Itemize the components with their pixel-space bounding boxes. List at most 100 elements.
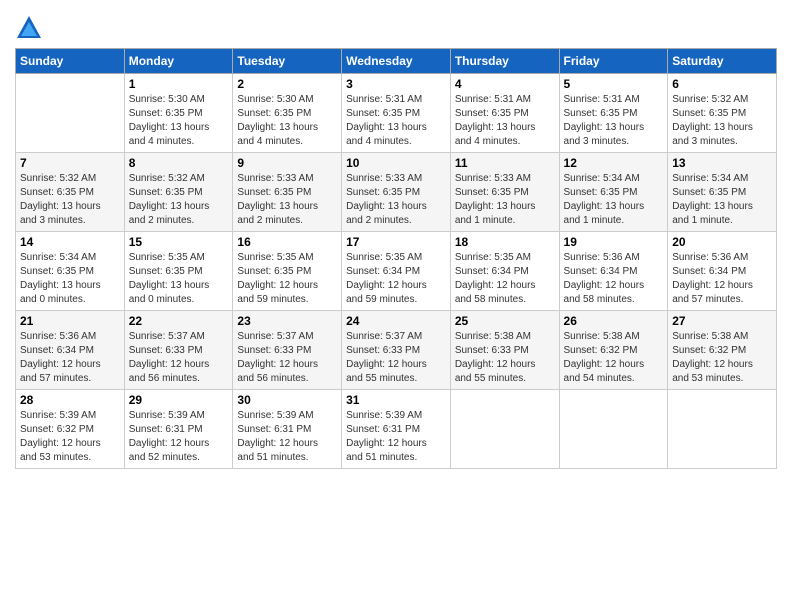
day-number: 29: [129, 393, 229, 407]
calendar-table: SundayMondayTuesdayWednesdayThursdayFrid…: [15, 48, 777, 469]
day-number: 18: [455, 235, 555, 249]
calendar-cell: 18 Sunrise: 5:35 AM Sunset: 6:34 PM Dayli…: [450, 232, 559, 311]
day-number: 8: [129, 156, 229, 170]
calendar-cell: 22 Sunrise: 5:37 AM Sunset: 6:33 PM Dayli…: [124, 311, 233, 390]
week-row-3: 14Sunrise: 5:34 AM Sunset: 6:35 PM Dayli…: [16, 232, 777, 311]
day-number: 23: [237, 314, 337, 328]
day-info: Sunrise: 5:38 AM Sunset: 6:32 PM Dayligh…: [672, 330, 772, 386]
calendar-cell: 21 Sunrise: 5:36 AM Sunset: 6:34 PM Dayli…: [16, 311, 125, 390]
day-number: 28: [20, 393, 120, 407]
column-header-thursday: Thursday: [450, 49, 559, 74]
calendar-cell: 11Sunrise: 5:33 AM Sunset: 6:35 PM Dayli…: [450, 153, 559, 232]
day-number: 2: [237, 77, 337, 91]
calendar-cell: 13 Sunrise: 5:34 AM Sunset: 6:35 PM Dayli…: [668, 153, 777, 232]
calendar-cell: 9Sunrise: 5:33 AM Sunset: 6:35 PM Daylig…: [233, 153, 342, 232]
day-number: 14: [20, 235, 120, 249]
day-number: 17: [346, 235, 446, 249]
day-number: 1: [129, 77, 229, 91]
day-info: Sunrise: 5:37 AM Sunset: 6:33 PM Dayligh…: [237, 330, 337, 386]
calendar-cell: 15 Sunrise: 5:35 AM Sunset: 6:35 PM Dayli…: [124, 232, 233, 311]
column-header-sunday: Sunday: [16, 49, 125, 74]
day-number: 21: [20, 314, 120, 328]
day-number: 12: [564, 156, 664, 170]
week-row-2: 7 Sunrise: 5:32 AM Sunset: 6:35 PM Daylig…: [16, 153, 777, 232]
day-info: Sunrise: 5:36 AM Sunset: 6:34 PM Dayligh…: [20, 330, 120, 386]
calendar-cell: [16, 74, 125, 153]
day-info: Sunrise: 5:39 AM Sunset: 6:31 PM Dayligh…: [129, 409, 229, 465]
column-header-wednesday: Wednesday: [342, 49, 451, 74]
day-number: 31: [346, 393, 446, 407]
column-header-friday: Friday: [559, 49, 668, 74]
day-number: 22: [129, 314, 229, 328]
calendar-cell: 28 Sunrise: 5:39 AM Sunset: 6:32 PM Dayli…: [16, 390, 125, 469]
column-header-monday: Monday: [124, 49, 233, 74]
calendar-cell: 16 Sunrise: 5:35 AM Sunset: 6:35 PM Dayli…: [233, 232, 342, 311]
day-number: 20: [672, 235, 772, 249]
day-number: 3: [346, 77, 446, 91]
day-info: Sunrise: 5:39 AM Sunset: 6:31 PM Dayligh…: [237, 409, 337, 465]
page-container: SundayMondayTuesdayWednesdayThursdayFrid…: [0, 0, 792, 479]
day-info: Sunrise: 5:32 AM Sunset: 6:35 PM Dayligh…: [672, 93, 772, 149]
calendar-cell: 10Sunrise: 5:33 AM Sunset: 6:35 PM Dayli…: [342, 153, 451, 232]
day-info: Sunrise: 5:35 AM Sunset: 6:34 PM Dayligh…: [346, 251, 446, 307]
calendar-cell: 6 Sunrise: 5:32 AM Sunset: 6:35 PM Daylig…: [668, 74, 777, 153]
day-number: 15: [129, 235, 229, 249]
week-row-1: 1 Sunrise: 5:30 AM Sunset: 6:35 PM Daylig…: [16, 74, 777, 153]
day-info: Sunrise: 5:31 AM Sunset: 6:35 PM Dayligh…: [455, 93, 555, 149]
day-info: Sunrise: 5:36 AM Sunset: 6:34 PM Dayligh…: [564, 251, 664, 307]
calendar-cell: 7 Sunrise: 5:32 AM Sunset: 6:35 PM Daylig…: [16, 153, 125, 232]
calendar-cell: 12Sunrise: 5:34 AM Sunset: 6:35 PM Dayli…: [559, 153, 668, 232]
calendar-cell: 19Sunrise: 5:36 AM Sunset: 6:34 PM Dayli…: [559, 232, 668, 311]
day-info: Sunrise: 5:37 AM Sunset: 6:33 PM Dayligh…: [129, 330, 229, 386]
day-info: Sunrise: 5:33 AM Sunset: 6:35 PM Dayligh…: [237, 172, 337, 228]
calendar-cell: [450, 390, 559, 469]
calendar-cell: [668, 390, 777, 469]
day-info: Sunrise: 5:33 AM Sunset: 6:35 PM Dayligh…: [455, 172, 555, 228]
day-number: 30: [237, 393, 337, 407]
calendar-cell: 20 Sunrise: 5:36 AM Sunset: 6:34 PM Dayli…: [668, 232, 777, 311]
calendar-cell: 24 Sunrise: 5:37 AM Sunset: 6:33 PM Dayli…: [342, 311, 451, 390]
day-info: Sunrise: 5:30 AM Sunset: 6:35 PM Dayligh…: [237, 93, 337, 149]
day-info: Sunrise: 5:33 AM Sunset: 6:35 PM Dayligh…: [346, 172, 446, 228]
calendar-cell: [559, 390, 668, 469]
calendar-cell: 26 Sunrise: 5:38 AM Sunset: 6:32 PM Dayli…: [559, 311, 668, 390]
day-number: 7: [20, 156, 120, 170]
calendar-cell: 1 Sunrise: 5:30 AM Sunset: 6:35 PM Daylig…: [124, 74, 233, 153]
calendar-cell: 27 Sunrise: 5:38 AM Sunset: 6:32 PM Dayli…: [668, 311, 777, 390]
day-number: 13: [672, 156, 772, 170]
calendar-cell: 4 Sunrise: 5:31 AM Sunset: 6:35 PM Daylig…: [450, 74, 559, 153]
day-info: Sunrise: 5:34 AM Sunset: 6:35 PM Dayligh…: [672, 172, 772, 228]
day-info: Sunrise: 5:38 AM Sunset: 6:32 PM Dayligh…: [564, 330, 664, 386]
day-number: 4: [455, 77, 555, 91]
column-header-tuesday: Tuesday: [233, 49, 342, 74]
day-info: Sunrise: 5:30 AM Sunset: 6:35 PM Dayligh…: [129, 93, 229, 149]
day-info: Sunrise: 5:32 AM Sunset: 6:35 PM Dayligh…: [20, 172, 120, 228]
day-info: Sunrise: 5:32 AM Sunset: 6:35 PM Dayligh…: [129, 172, 229, 228]
day-number: 16: [237, 235, 337, 249]
day-info: Sunrise: 5:31 AM Sunset: 6:35 PM Dayligh…: [346, 93, 446, 149]
calendar-cell: 14Sunrise: 5:34 AM Sunset: 6:35 PM Dayli…: [16, 232, 125, 311]
day-info: Sunrise: 5:37 AM Sunset: 6:33 PM Dayligh…: [346, 330, 446, 386]
day-number: 27: [672, 314, 772, 328]
day-number: 25: [455, 314, 555, 328]
day-info: Sunrise: 5:39 AM Sunset: 6:31 PM Dayligh…: [346, 409, 446, 465]
calendar-cell: 23 Sunrise: 5:37 AM Sunset: 6:33 PM Dayli…: [233, 311, 342, 390]
day-info: Sunrise: 5:35 AM Sunset: 6:35 PM Dayligh…: [129, 251, 229, 307]
calendar-cell: 31 Sunrise: 5:39 AM Sunset: 6:31 PM Dayli…: [342, 390, 451, 469]
day-info: Sunrise: 5:38 AM Sunset: 6:33 PM Dayligh…: [455, 330, 555, 386]
day-info: Sunrise: 5:35 AM Sunset: 6:34 PM Dayligh…: [455, 251, 555, 307]
logo: [15, 14, 47, 42]
header-row: SundayMondayTuesdayWednesdayThursdayFrid…: [16, 49, 777, 74]
day-number: 24: [346, 314, 446, 328]
logo-icon: [15, 14, 43, 42]
calendar-cell: 8 Sunrise: 5:32 AM Sunset: 6:35 PM Daylig…: [124, 153, 233, 232]
week-row-4: 21 Sunrise: 5:36 AM Sunset: 6:34 PM Dayli…: [16, 311, 777, 390]
day-info: Sunrise: 5:36 AM Sunset: 6:34 PM Dayligh…: [672, 251, 772, 307]
calendar-cell: 25 Sunrise: 5:38 AM Sunset: 6:33 PM Dayli…: [450, 311, 559, 390]
calendar-cell: 2 Sunrise: 5:30 AM Sunset: 6:35 PM Daylig…: [233, 74, 342, 153]
day-info: Sunrise: 5:35 AM Sunset: 6:35 PM Dayligh…: [237, 251, 337, 307]
week-row-5: 28 Sunrise: 5:39 AM Sunset: 6:32 PM Dayli…: [16, 390, 777, 469]
day-info: Sunrise: 5:39 AM Sunset: 6:32 PM Dayligh…: [20, 409, 120, 465]
day-number: 26: [564, 314, 664, 328]
day-number: 6: [672, 77, 772, 91]
